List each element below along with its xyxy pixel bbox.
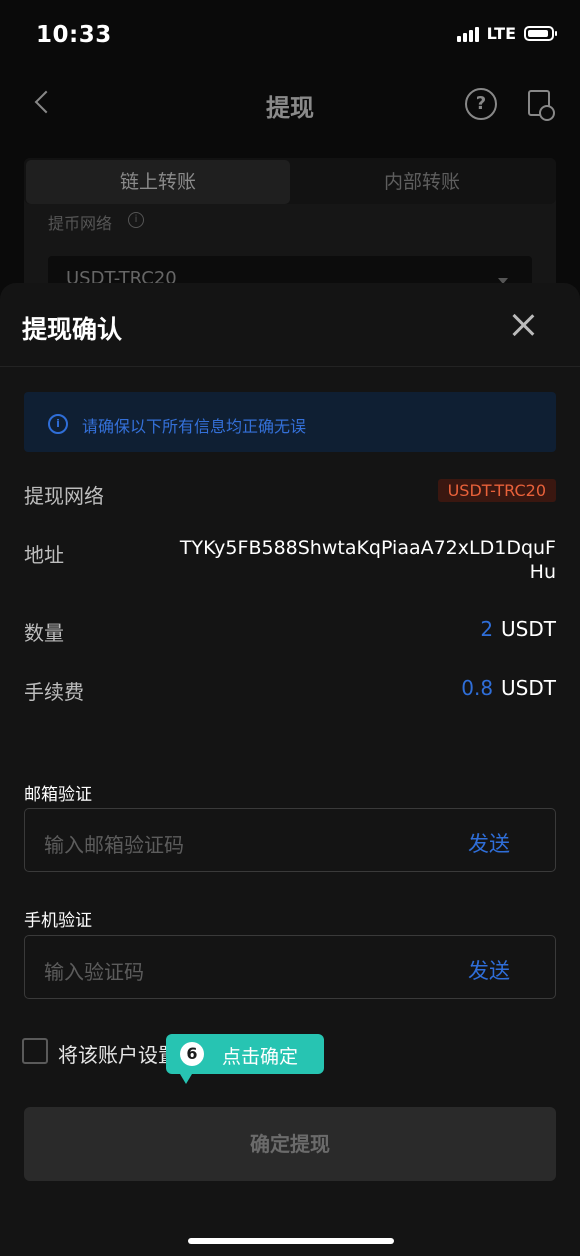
fee-value: 0.8 USDT (461, 676, 556, 700)
address-value: TYKy5FB588ShwtaKqPiaaA72xLD1DquFHu (179, 537, 556, 583)
history-icon[interactable] (528, 90, 555, 121)
amount-row-label: 数量 (24, 621, 64, 645)
email-code-placeholder: 输入邮箱验证码 (44, 833, 184, 857)
tab-internal[interactable]: 内部转账 (290, 160, 554, 204)
signal-icon (456, 26, 479, 42)
help-icon[interactable]: ? (465, 88, 497, 120)
close-icon[interactable] (510, 312, 536, 338)
phone-send-button[interactable]: 发送 (468, 955, 510, 985)
amount-number: 2 (480, 617, 494, 641)
status-time: 10:33 (36, 22, 112, 48)
tooltip-text: 点击确定 (222, 1046, 299, 1068)
notice-text: 请确保以下所有信息均正确无误 (82, 417, 307, 436)
save-account-label[interactable]: 将该账户设置 (58, 1039, 178, 1068)
phone-verify-label: 手机验证 (24, 911, 92, 931)
info-icon[interactable]: i (128, 212, 144, 228)
status-indicators: LTE (456, 24, 557, 43)
amount-value: 2 USDT (480, 617, 556, 641)
home-indicator (188, 1238, 394, 1244)
fee-unit: USDT (501, 676, 556, 700)
network-label: 提币网络 (48, 214, 113, 233)
confirm-withdraw-button[interactable]: 确定提现 (24, 1107, 556, 1181)
info-icon: i (48, 414, 68, 434)
email-send-button[interactable]: 发送 (468, 828, 510, 858)
phone-code-placeholder: 输入验证码 (44, 960, 144, 984)
network-badge: USDT-TRC20 (437, 479, 556, 502)
divider (0, 366, 580, 367)
sheet-title: 提现确认 (22, 315, 123, 344)
email-verify-label: 邮箱验证 (24, 785, 92, 805)
fee-number: 0.8 (461, 676, 494, 700)
save-account-checkbox[interactable] (22, 1038, 48, 1064)
tab-onchain[interactable]: 链上转账 (26, 160, 290, 204)
address-row-label: 地址 (24, 543, 64, 567)
battery-icon (524, 26, 557, 41)
amount-unit: USDT (501, 617, 556, 641)
step-number: 6 (180, 1042, 204, 1066)
network-type: LTE (486, 24, 516, 43)
fee-row-label: 手续费 (24, 680, 84, 704)
network-row-label: 提现网络 (24, 484, 104, 508)
